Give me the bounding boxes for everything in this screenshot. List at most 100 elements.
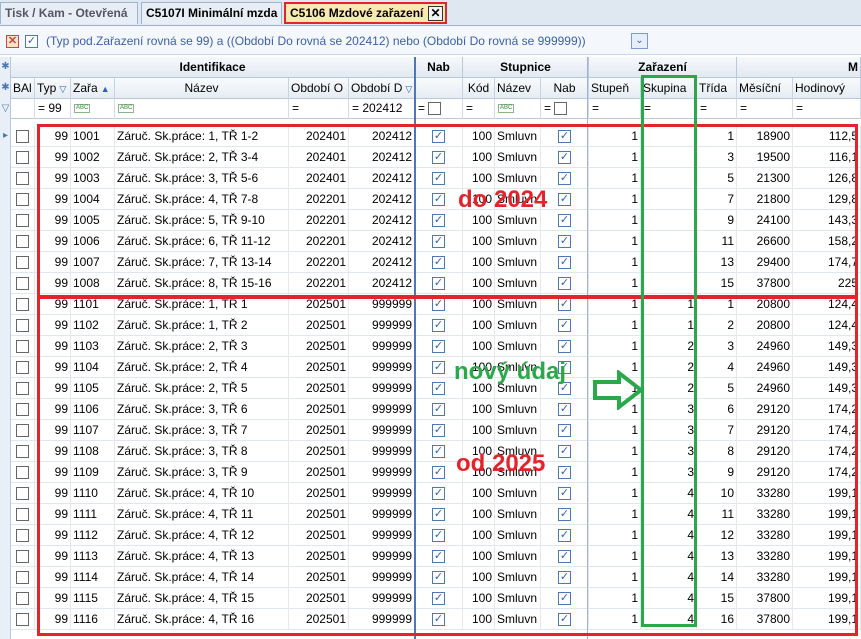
row-select-checkbox[interactable] [16, 256, 29, 270]
filter-checkbox[interactable] [428, 102, 442, 116]
row-select-cell [11, 273, 35, 294]
current-row-arrow-icon: ▸ [2, 130, 9, 141]
col-obdobi-od[interactable]: Období O [289, 78, 349, 99]
sort-asc-icon: ▲ [100, 84, 110, 94]
filter-obdobi-do[interactable]: = 202412 [349, 99, 415, 119]
eq-operator: = [544, 101, 552, 115]
tab-bar: Tisk / Kam - Otevřená C5107I Minimální m… [0, 0, 861, 26]
row-select-checkbox[interactable] [16, 424, 29, 438]
filter-nab[interactable]: = [415, 99, 463, 119]
col-hodinovy[interactable]: Hodinový [793, 78, 861, 99]
filter-dropdown-icon[interactable]: ⌄ [631, 33, 648, 49]
col-typ[interactable]: Typ ▽ [35, 78, 71, 99]
row-select-cell [11, 420, 35, 441]
col-kod[interactable]: Kód [463, 78, 495, 99]
row-select-checkbox[interactable] [16, 592, 29, 606]
row-select-checkbox[interactable] [16, 277, 29, 291]
row-select-checkbox[interactable] [16, 235, 29, 249]
eq-operator: = [292, 101, 300, 115]
filter-typ[interactable]: = 99 [35, 99, 71, 119]
eq-operator: = [418, 101, 426, 115]
row-indicator-gutter: ✱ ✱ ▽ ▸ [0, 57, 11, 639]
row-select-checkbox[interactable] [16, 550, 29, 564]
eq-operator: = [466, 101, 474, 115]
row-select-checkbox[interactable] [16, 571, 29, 585]
row-select-checkbox[interactable] [16, 172, 29, 186]
tab-label: Tisk / Kam - Otevřená [5, 6, 128, 20]
row-select-checkbox[interactable] [16, 382, 29, 396]
row-select-checkbox[interactable] [16, 403, 29, 417]
filter-stupen[interactable]: = [589, 99, 641, 119]
row-select-checkbox[interactable] [16, 361, 29, 375]
col-obdobi-do[interactable]: Období D ▽ [349, 78, 415, 99]
filter-expression[interactable]: (Typ pod.Zařazení rovná se 99) a ((Obdob… [46, 34, 586, 48]
row-select-checkbox[interactable] [16, 529, 29, 543]
row-select-checkbox[interactable] [16, 487, 29, 501]
tab-minimalni-mzda[interactable]: C5107I Minimální mzda [141, 2, 282, 24]
filter-mesicni[interactable]: = [737, 99, 793, 119]
row-select-checkbox[interactable] [16, 445, 29, 459]
row-select-cell [11, 231, 35, 252]
filter-bar: ✕ ✓ (Typ pod.Zařazení rovná se 99) a ((O… [0, 26, 861, 55]
eq-operator: = [352, 101, 360, 115]
row-select-checkbox[interactable] [16, 130, 29, 144]
tab-label: C5106 Mzdové zařazení [290, 6, 424, 20]
tab-1[interactable]: Tisk / Kam - Otevřená [0, 2, 138, 24]
filter-stupnice-nazev[interactable]: ABC [495, 99, 541, 119]
row-select-cell [11, 609, 35, 630]
filter-checkbox[interactable] [554, 102, 568, 116]
text-filter-icon: ABC [118, 104, 135, 114]
highlight-skupina-column [641, 75, 697, 627]
filter-zarazeni[interactable]: ABC [71, 99, 115, 119]
eq-operator: = [38, 101, 46, 115]
row-select-cell [11, 168, 35, 189]
row-select-checkbox[interactable] [16, 298, 29, 312]
col-mesicni[interactable]: Měsíční [737, 78, 793, 99]
row-select-checkbox[interactable] [16, 466, 29, 480]
filter-enabled-checkbox[interactable]: ✓ [25, 35, 38, 48]
text-filter-icon: ABC [498, 104, 515, 114]
filter-bal[interactable] [11, 99, 35, 119]
row-select-cell [11, 315, 35, 336]
filter-nazev[interactable]: ABC [115, 99, 289, 119]
col-trida[interactable]: Třída [697, 78, 737, 99]
filter-hodinovy[interactable]: = [793, 99, 861, 119]
arrow-right-icon [593, 370, 645, 410]
close-icon[interactable]: ✕ [428, 6, 443, 21]
asterisk-icon: ✱ [1, 82, 10, 93]
row-select-cell [11, 504, 35, 525]
col-stupnice-nab[interactable]: Nab [541, 78, 589, 99]
filter-trida[interactable]: = [697, 99, 737, 119]
col-nazev[interactable]: Název [115, 78, 289, 99]
tab-mzdove-zarazeni[interactable]: C5106 Mzdové zařazení ✕ [284, 2, 447, 24]
col-stupen[interactable]: Stupeň [589, 78, 641, 99]
eq-operator: = [796, 101, 804, 115]
col-bal[interactable]: BAl [11, 78, 35, 99]
col-nab[interactable] [415, 78, 463, 99]
auto-filter-row: = 99 ABC ABC = = 202412 = = ABC = = = = … [11, 99, 861, 119]
row-select-checkbox[interactable] [16, 319, 29, 333]
col-zarazeni[interactable]: Zařa ▲ [71, 78, 115, 99]
row-select-checkbox[interactable] [16, 193, 29, 207]
filter-obdobi-od[interactable]: = [289, 99, 349, 119]
band-header-row: Identifikace Nab Stupnice Zařazení M [11, 57, 861, 78]
col-stupnice-nazev[interactable]: Název [495, 78, 541, 99]
row-select-cell [11, 462, 35, 483]
row-select-checkbox[interactable] [16, 214, 29, 228]
filter-kod[interactable]: = [463, 99, 495, 119]
highlight-2025-rows [37, 295, 858, 636]
row-select-cell [11, 294, 35, 315]
band-stupnice: Stupnice [463, 57, 589, 78]
row-select-cell [11, 336, 35, 357]
band-m: M [737, 57, 861, 78]
row-select-cell [11, 252, 35, 273]
annotation-od-2025: od 2025 [456, 450, 546, 477]
row-select-checkbox[interactable] [16, 340, 29, 354]
row-select-checkbox[interactable] [16, 613, 29, 627]
clear-filter-icon[interactable]: ✕ [6, 35, 19, 48]
filter-stupnice-nab[interactable]: = [541, 99, 589, 119]
row-select-checkbox[interactable] [16, 508, 29, 522]
row-select-checkbox[interactable] [16, 151, 29, 165]
row-select-cell [11, 441, 35, 462]
band-nab: Nab [415, 57, 463, 78]
